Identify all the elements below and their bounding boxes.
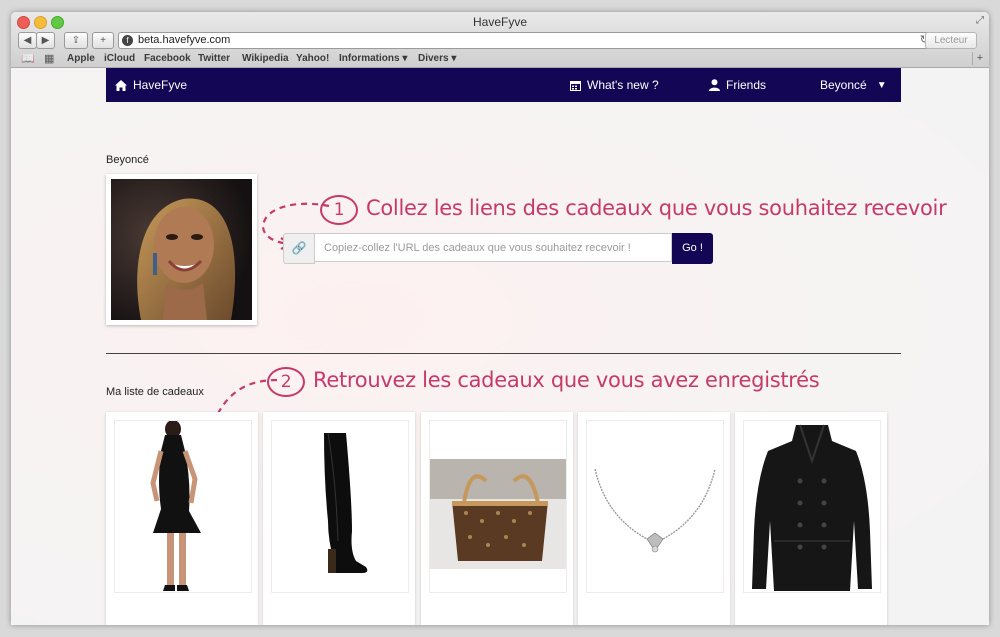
- avatar-photo: [111, 179, 252, 320]
- back-button[interactable]: ◀: [18, 32, 37, 49]
- nav-user-menu[interactable]: Beyoncé ▼: [820, 78, 887, 92]
- browser-window: HaveFyve ⤢ ◀ ▶ ⇪ + f beta.havefyve.com ↻…: [11, 12, 989, 625]
- caret-down-icon: ▼: [876, 79, 887, 91]
- browser-toolbar: ◀ ▶ ⇪ + f beta.havefyve.com ↻ Lecteur: [11, 32, 989, 50]
- link-icon: 🔗: [283, 233, 315, 264]
- gift-image-necklace: [586, 420, 724, 593]
- gift-card[interactable]: [578, 412, 730, 625]
- nav-whats-new-link[interactable]: What's new ?: [570, 78, 659, 92]
- window-title: HaveFyve: [472, 15, 528, 29]
- section-divider: [106, 353, 901, 354]
- forward-button[interactable]: ▶: [36, 32, 55, 49]
- browser-chrome: HaveFyve ⤢ ◀ ▶ ⇪ + f beta.havefyve.com ↻…: [11, 12, 989, 68]
- gift-card[interactable]: [106, 412, 258, 625]
- user-icon: [709, 79, 720, 91]
- site-favicon-icon: f: [122, 35, 133, 46]
- fullscreen-icon[interactable]: ⤢: [976, 15, 984, 26]
- gift-image-bag: [429, 420, 567, 593]
- nav-user-label: Beyoncé: [820, 78, 867, 92]
- nav-home-link[interactable]: HaveFyve: [115, 78, 187, 92]
- step2-text: Retrouvez les cadeaux que vous avez enre…: [313, 368, 820, 392]
- nav-friends-link[interactable]: Friends: [709, 78, 766, 92]
- gift-list-title: Ma liste de cadeaux: [106, 386, 204, 398]
- bookmark-item[interactable]: Facebook: [144, 53, 191, 64]
- brand-name: HaveFyve: [133, 78, 188, 92]
- reader-button[interactable]: Lecteur: [925, 32, 977, 49]
- address-bar-url: beta.havefyve.com: [138, 34, 231, 46]
- avatar[interactable]: [106, 174, 257, 325]
- new-tab-button[interactable]: +: [92, 32, 114, 49]
- gift-card[interactable]: [421, 412, 573, 625]
- gift-card[interactable]: [735, 412, 887, 625]
- bookmark-item[interactable]: Wikipedia: [242, 53, 289, 64]
- home-icon: [115, 79, 127, 91]
- step1-annotation: 1 Collez les liens des cadeaux que vous s…: [320, 195, 947, 225]
- step1-text: Collez les liens des cadeaux que vous so…: [366, 196, 947, 220]
- nav-whats-new-label: What's new ?: [587, 78, 659, 92]
- reading-list-icon[interactable]: 📖: [21, 52, 35, 65]
- bookmark-item[interactable]: Informations ▾: [339, 53, 407, 64]
- profile-name: Beyoncé: [106, 154, 149, 166]
- step1-number: 1: [320, 195, 358, 225]
- add-gift-form: 🔗 Copiez-collez l'URL des cadeaux que vo…: [283, 233, 713, 264]
- calendar-icon: [570, 80, 581, 91]
- title-bar: HaveFyve ⤢: [11, 12, 989, 32]
- top-sites-icon[interactable]: ▦: [44, 52, 54, 65]
- bookmark-item[interactable]: iCloud: [104, 53, 135, 64]
- bookmarks-bar: 📖 ▦ Apple iCloud Facebook Twitter Wikipe…: [11, 51, 989, 67]
- bookmark-item[interactable]: Yahoo!: [296, 53, 329, 64]
- nav-friends-label: Friends: [726, 78, 767, 92]
- gift-image-boots: [271, 420, 409, 593]
- bookmark-item[interactable]: Apple: [67, 53, 95, 64]
- gift-url-input[interactable]: Copiez-collez l'URL des cadeaux que vous…: [314, 233, 672, 262]
- address-bar[interactable]: f beta.havefyve.com ↻: [118, 32, 934, 49]
- top-navbar: HaveFyve What's new ? Friends Beyoncé ▼: [106, 68, 901, 102]
- step2-annotation: 2 Retrouvez les cadeaux que vous avez enr…: [267, 367, 820, 397]
- go-button[interactable]: Go !: [672, 233, 713, 264]
- add-tab-icon[interactable]: +: [972, 52, 987, 65]
- gift-card[interactable]: [263, 412, 415, 625]
- bookmark-item[interactable]: Divers ▾: [418, 53, 456, 64]
- gift-image-dress: [114, 420, 252, 593]
- step2-number: 2: [267, 367, 305, 397]
- gift-image-jacket: [743, 420, 881, 593]
- bookmark-item[interactable]: Twitter: [198, 53, 230, 64]
- share-button[interactable]: ⇪: [64, 32, 88, 49]
- page-content: HaveFyve What's new ? Friends Beyoncé ▼ …: [11, 68, 989, 625]
